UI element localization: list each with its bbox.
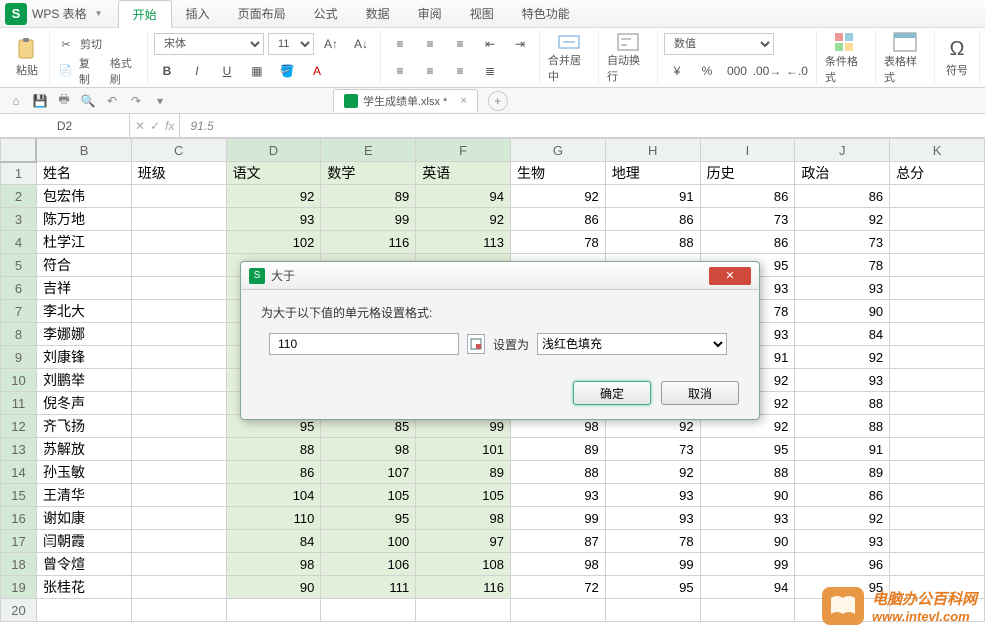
- greater-than-dialog: S 大于 ✕ 为大于以下值的单元格设置格式: 设置为 浅红色填充 确定 取消: [240, 261, 760, 420]
- watermark: 电脑办公百科网 www.intevl.com: [822, 587, 977, 625]
- dialog-title: 大于: [271, 267, 709, 284]
- watermark-url: www.intevl.com: [872, 609, 970, 624]
- set-as-label: 设置为: [493, 336, 529, 353]
- cancel-button[interactable]: 取消: [661, 381, 739, 405]
- dialog-overlay: S 大于 ✕ 为大于以下值的单元格设置格式: 设置为 浅红色填充 确定 取消: [0, 0, 985, 633]
- ok-button[interactable]: 确定: [573, 381, 651, 405]
- format-select[interactable]: 浅红色填充: [537, 333, 727, 355]
- dialog-close-button[interactable]: ✕: [709, 267, 751, 285]
- dialog-titlebar[interactable]: S 大于 ✕: [241, 262, 759, 290]
- watermark-title: 电脑办公百科网: [872, 588, 977, 609]
- range-picker-icon[interactable]: [467, 334, 485, 354]
- book-icon: [822, 587, 864, 625]
- dialog-prompt: 为大于以下值的单元格设置格式:: [261, 304, 739, 321]
- dialog-app-icon: S: [249, 268, 265, 284]
- threshold-input[interactable]: [269, 333, 459, 355]
